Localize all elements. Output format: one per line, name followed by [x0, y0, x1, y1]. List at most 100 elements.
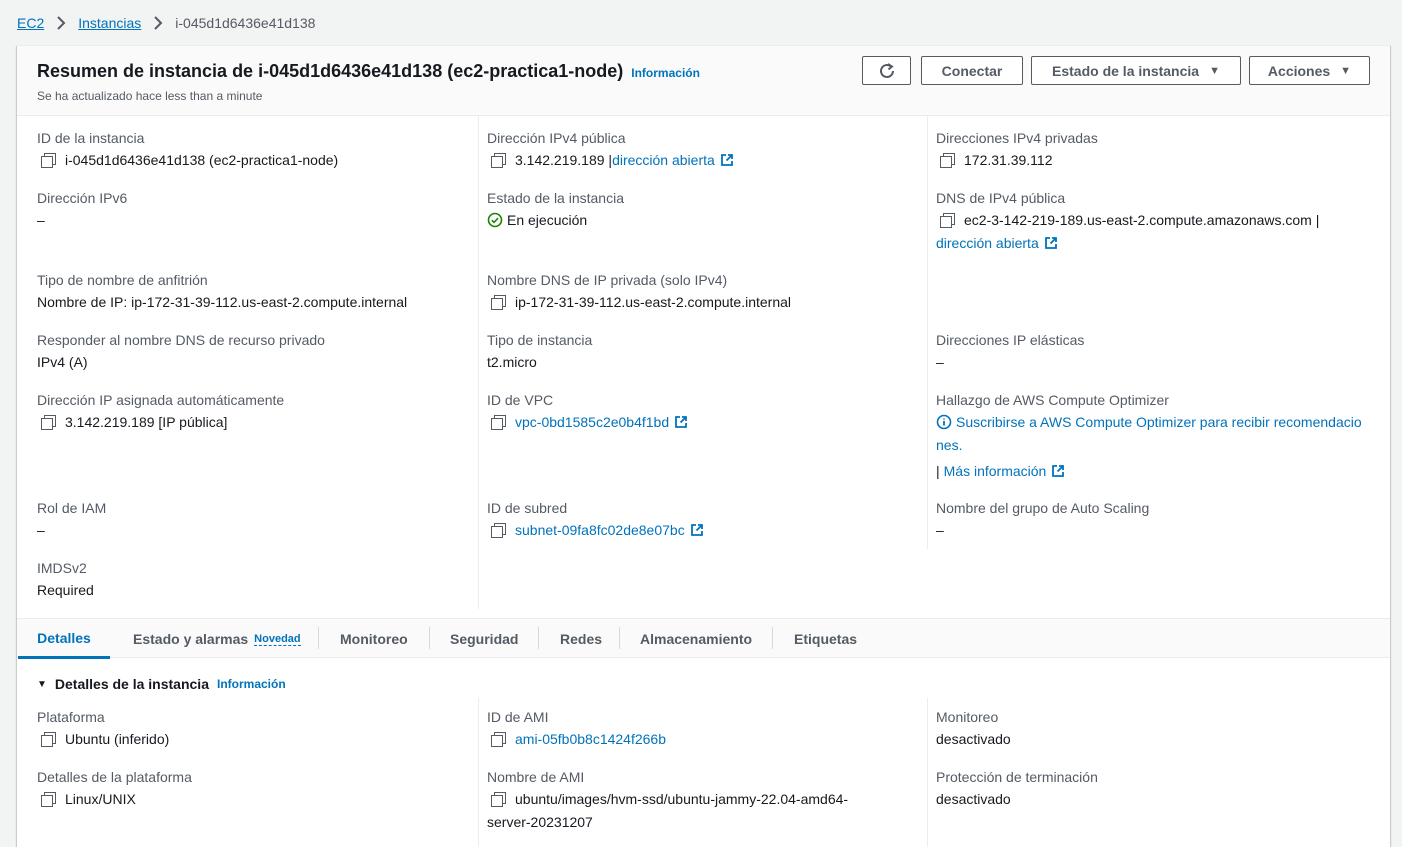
last-updated-text: Se ha actualizado hace less than a minut… — [37, 89, 263, 103]
column-divider — [927, 116, 928, 549]
actions-dropdown[interactable]: Acciones ▼ — [1249, 56, 1370, 85]
instance-details-toggle[interactable]: ▼ Detalles de la instancia Información — [37, 676, 286, 692]
copy-icon[interactable] — [491, 415, 506, 430]
platform-details-field: Detalles de la plataforma Linux/UNIX — [37, 767, 192, 810]
monitoring-field: Monitoreo desactivado — [936, 707, 1011, 750]
open-address-link[interactable]: dirección abierta — [936, 232, 1039, 254]
copy-icon[interactable] — [491, 732, 506, 747]
field-label: Hallazgo de AWS Compute Optimizer — [936, 392, 1169, 408]
instance-summary-panel: Resumen de instancia de i-045d1d6436e41d… — [17, 45, 1390, 847]
chevron-right-icon — [50, 13, 72, 33]
info-link[interactable]: Información — [631, 66, 700, 80]
more-info-link[interactable]: Más información — [944, 460, 1047, 482]
caret-down-icon: ▼ — [1209, 64, 1220, 77]
tab-status-alarms-label: Estado y alarmas — [133, 631, 249, 647]
tab-tags[interactable]: Etiquetas — [794, 619, 857, 659]
copy-icon[interactable] — [41, 415, 56, 430]
copy-icon[interactable] — [491, 523, 506, 538]
field-label: Tipo de instancia — [487, 332, 593, 348]
tab-divider — [538, 627, 539, 649]
copy-icon[interactable] — [41, 732, 56, 747]
external-link-icon — [1052, 465, 1065, 477]
field-label: Dirección IPv4 pública — [487, 130, 626, 146]
breadcrumb-instances[interactable]: Instancias — [78, 15, 141, 31]
external-link-icon — [675, 416, 688, 428]
section-title-text: Detalles de la instancia — [54, 676, 209, 692]
connect-button[interactable]: Conectar — [921, 56, 1023, 85]
field-label: Plataforma — [37, 709, 105, 725]
open-address-link[interactable]: dirección abierta — [612, 149, 715, 171]
copy-icon[interactable] — [41, 153, 56, 168]
tab-status-alarms[interactable]: Estado y alarmas Novedad — [133, 619, 301, 659]
copy-icon[interactable] — [41, 792, 56, 807]
ami-id-field: ID de AMI ami-05fb0b8c1424f266b — [487, 707, 666, 750]
page-title: Resumen de instancia de i-045d1d6436e41d… — [37, 61, 700, 82]
platform-details-value: Linux/UNIX — [65, 791, 136, 807]
iam-role-value: – — [37, 522, 45, 538]
copy-icon[interactable] — [940, 153, 955, 168]
info-link[interactable]: Información — [217, 677, 286, 691]
column-divider — [927, 698, 928, 847]
termination-protection-field: Protección de terminación desactivado — [936, 767, 1098, 810]
caret-down-icon: ▼ — [1340, 64, 1352, 77]
info-circle-icon — [936, 414, 952, 430]
field-label: Protección de terminación — [936, 769, 1098, 785]
copy-icon[interactable] — [491, 153, 506, 168]
vpc-id-link[interactable]: vpc-0bd1585c2e0b4f1bd — [515, 411, 669, 433]
public-dns-value: ec2-3-142-219-189.us-east-2.compute.amaz… — [964, 212, 1320, 228]
ami-id-link[interactable]: ami-05fb0b8c1424f266b — [515, 728, 666, 750]
tab-security[interactable]: Seguridad — [450, 619, 518, 659]
field-label: Detalles de la plataforma — [37, 769, 192, 785]
copy-icon[interactable] — [491, 792, 506, 807]
copy-icon[interactable] — [491, 295, 506, 310]
column-divider — [478, 698, 479, 847]
ipv6-value: – — [37, 212, 45, 228]
monitoring-value: desactivado — [936, 731, 1011, 747]
compute-optimizer-field: Hallazgo de AWS Compute Optimizer Suscri… — [936, 390, 1376, 482]
ipv6-field: Dirección IPv6 – — [37, 188, 127, 231]
external-link-icon — [1044, 237, 1057, 249]
tab-details[interactable]: Detalles — [18, 619, 110, 659]
elastic-ip-value: – — [936, 354, 944, 370]
instance-state-field: Estado de la instancia En ejecución — [487, 188, 624, 231]
hostname-type-field: Tipo de nombre de anfitrión Nombre de IP… — [37, 270, 407, 313]
chevron-right-icon — [147, 13, 169, 33]
subnet-id-link[interactable]: subnet-09fa8fc02de8e07bc — [515, 519, 685, 541]
auto-scaling-value: – — [936, 522, 944, 538]
field-label: ID de VPC — [487, 392, 554, 408]
instance-type-value: t2.micro — [487, 354, 537, 370]
instance-id-field: ID de la instancia i-045d1d6436e41d138 (… — [37, 128, 338, 171]
breadcrumb: EC2 Instancias i-045d1d6436e41d138 — [17, 13, 315, 33]
resource-dns-value: IPv4 (A) — [37, 354, 88, 370]
tab-divider — [318, 627, 319, 649]
tab-networking[interactable]: Redes — [560, 619, 602, 659]
optimizer-subscribe-link[interactable]: Suscribirse a AWS Compute Optimizer para… — [956, 411, 1362, 433]
field-label: Responder al nombre DNS de recurso priva… — [37, 332, 325, 348]
field-label: Nombre de AMI — [487, 769, 585, 785]
separator-text: | — [936, 463, 940, 479]
resource-dns-field: Responder al nombre DNS de recurso priva… — [37, 330, 325, 373]
external-link-icon — [720, 154, 733, 166]
breadcrumb-current: i-045d1d6436e41d138 — [175, 15, 316, 31]
field-label: Nombre DNS de IP privada (solo IPv4) — [487, 272, 728, 288]
refresh-button[interactable] — [862, 56, 911, 85]
instance-id-value: i-045d1d6436e41d138 (ec2-practica1-node) — [65, 152, 339, 168]
tab-divider — [772, 627, 773, 649]
private-ipv4-field: Direcciones IPv4 privadas 172.31.39.112 — [936, 128, 1098, 171]
tab-monitoring[interactable]: Monitoreo — [340, 619, 408, 659]
vpc-id-field: ID de VPC vpc-0bd1585c2e0b4f1bd — [487, 390, 688, 433]
caret-down-icon: ▼ — [37, 678, 47, 690]
field-label: Estado de la instancia — [487, 190, 624, 206]
copy-icon[interactable] — [940, 213, 955, 228]
breadcrumb-ec2[interactable]: EC2 — [17, 15, 44, 31]
field-label: Direcciones IP elásticas — [936, 332, 1085, 348]
field-label: IMDSv2 — [37, 560, 87, 576]
ami-name-value: ubuntu/images/hvm-ssd/ubuntu-jammy-22.04… — [515, 791, 849, 807]
tab-storage[interactable]: Almacenamiento — [640, 619, 752, 659]
field-label: ID de la instancia — [37, 130, 145, 146]
public-dns-field: DNS de IPv4 pública ec2-3-142-219-189.us… — [936, 188, 1376, 254]
optimizer-subscribe-link-cont[interactable]: nes. — [936, 434, 962, 456]
field-label: Tipo de nombre de anfitrión — [37, 272, 208, 288]
instance-state-dropdown[interactable]: Estado de la instancia ▼ — [1031, 56, 1241, 85]
field-label: Dirección IP asignada automáticamente — [37, 392, 285, 408]
